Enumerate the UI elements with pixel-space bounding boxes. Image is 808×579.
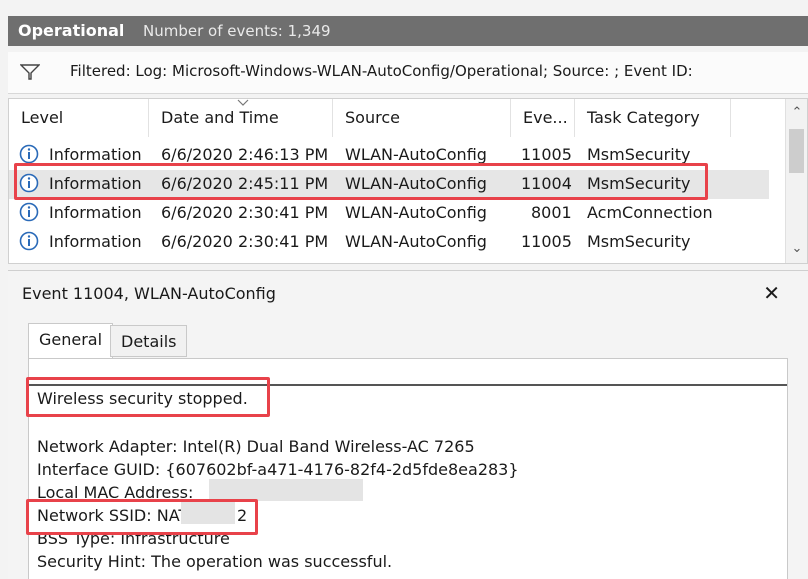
row-source: WLAN-AutoConfig bbox=[345, 203, 487, 222]
row-level: Information bbox=[49, 232, 142, 251]
security-hint: Security Hint: The operation was success… bbox=[37, 552, 393, 571]
close-icon[interactable]: ✕ bbox=[763, 281, 780, 305]
log-title: Operational bbox=[18, 21, 125, 40]
information-icon bbox=[19, 144, 39, 164]
row-event-id: 11005 bbox=[521, 145, 572, 164]
row-source: WLAN-AutoConfig bbox=[345, 232, 487, 251]
column-header-source[interactable]: Source bbox=[333, 99, 511, 137]
highlight-selected-row bbox=[14, 163, 708, 200]
log-header: Operational Number of events: 1,349 bbox=[8, 16, 808, 46]
scrollbar-thumb[interactable] bbox=[789, 129, 804, 173]
row-datetime: 6/6/2020 2:46:13 PM bbox=[161, 145, 329, 164]
tab-details[interactable]: Details bbox=[110, 325, 188, 357]
column-header-task-category[interactable]: Task Category bbox=[575, 99, 731, 137]
row-category: MsmSecurity bbox=[587, 145, 691, 164]
tab-general[interactable]: General bbox=[28, 323, 114, 359]
event-count: Number of events: 1,349 bbox=[143, 22, 331, 40]
highlight-event-message bbox=[26, 377, 270, 417]
event-detail-title: Event 11004, WLAN-AutoConfig bbox=[22, 284, 276, 303]
scroll-down-icon[interactable]: ⌄ bbox=[790, 241, 804, 256]
row-datetime: 6/6/2020 2:30:41 PM bbox=[161, 232, 329, 251]
scroll-up-icon[interactable]: ⌃ bbox=[790, 105, 804, 120]
information-icon bbox=[19, 202, 39, 222]
sort-descending-icon bbox=[237, 99, 249, 106]
table-row[interactable]: Information 6/6/2020 2:30:41 PM WLAN-Aut… bbox=[9, 199, 769, 228]
column-header-level[interactable]: Level bbox=[9, 99, 149, 137]
row-event-id: 11005 bbox=[521, 232, 572, 251]
row-category: AcmConnection bbox=[587, 203, 713, 222]
events-scrollbar[interactable]: ⌃ ⌄ bbox=[785, 99, 807, 263]
table-row[interactable]: Information 6/6/2020 2:30:41 PM WLAN-Aut… bbox=[9, 228, 769, 257]
column-header-event-id[interactable]: Eve... bbox=[511, 99, 575, 137]
row-level: Information bbox=[49, 145, 142, 164]
highlight-network-ssid bbox=[26, 499, 258, 535]
filter-description: Filtered: Log: Microsoft-Windows-WLAN-Au… bbox=[70, 62, 693, 80]
redacted-mac bbox=[209, 479, 363, 501]
row-source: WLAN-AutoConfig bbox=[345, 145, 487, 164]
row-datetime: 6/6/2020 2:30:41 PM bbox=[161, 203, 329, 222]
row-category: MsmSecurity bbox=[587, 232, 691, 251]
row-event-id: 8001 bbox=[531, 203, 572, 222]
row-level: Information bbox=[49, 203, 142, 222]
interface-guid: Interface GUID: {607602bf-a471-4176-82f4… bbox=[37, 460, 519, 479]
filter-funnel-icon bbox=[20, 64, 40, 80]
event-viewer-window: Operational Number of events: 1,349 Filt… bbox=[0, 0, 808, 579]
information-icon bbox=[19, 231, 39, 251]
network-adapter: Network Adapter: Intel(R) Dual Band Wire… bbox=[37, 437, 475, 456]
filter-bar: Filtered: Log: Microsoft-Windows-WLAN-Au… bbox=[8, 52, 808, 94]
